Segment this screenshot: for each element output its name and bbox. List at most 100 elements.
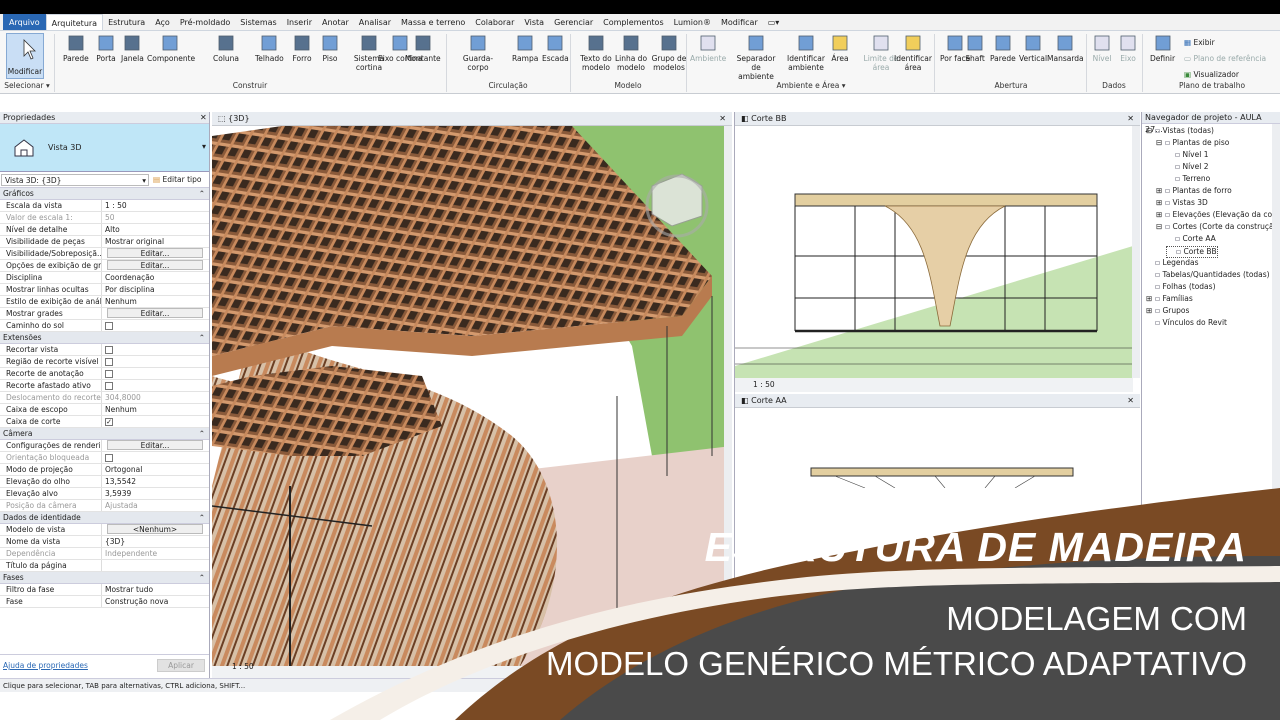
plano-referencia-button[interactable]: ▭ Plano de referência [1184, 51, 1266, 67]
modify-button[interactable]: Modificar [6, 33, 44, 79]
ribbon-tab-14[interactable]: Lumion® [669, 14, 716, 30]
view-3d-tab[interactable]: ⬚ {3D} ✕ [212, 112, 732, 126]
browser-item[interactable]: ⊟ ▫ Vistas (todas) [1146, 126, 1214, 136]
browser-item[interactable]: ▫ Legendas [1146, 258, 1199, 268]
ribbon-tab-4[interactable]: Pré-moldado [175, 14, 235, 30]
modelo-2-button[interactable]: Grupo de modelos [646, 33, 692, 72]
ribbon-tab-2[interactable]: Estrutura [103, 14, 150, 30]
ambiente-group-label[interactable]: Ambiente e Área ▾ [688, 81, 934, 90]
close-icon[interactable]: ✕ [1127, 112, 1134, 126]
property-value[interactable]: Coordenação [102, 272, 209, 283]
ambiente-5-button[interactable]: Identificar área [890, 33, 936, 72]
select-group-label[interactable]: Selecionar ▾ [2, 81, 52, 90]
tree-toggle-icon[interactable]: ⊞ [1156, 186, 1165, 196]
dados-1-button[interactable]: Eixo [1118, 33, 1138, 63]
ribbon-tab-5[interactable]: Sistemas [235, 14, 281, 30]
ribbon-tab-1[interactable]: Arquitetura [45, 14, 104, 30]
abertura-3-button[interactable]: Vertical [1019, 33, 1047, 63]
browser-item[interactable]: ▫ Tabelas/Quantidades (todas) [1146, 270, 1270, 280]
circulacao-1-button[interactable]: Rampa [512, 33, 538, 63]
corte-bb-tab[interactable]: ◧ Corte BB ✕ [735, 112, 1140, 126]
browser-item[interactable]: ▫ Corte AA [1166, 234, 1216, 244]
circulacao-2-button[interactable]: Escada [542, 33, 569, 63]
edit-type-button[interactable]: ▤ Editar tipo [153, 175, 201, 184]
property-checkbox[interactable] [105, 454, 113, 462]
ribbon-tab-0[interactable]: Arquivo [3, 14, 46, 30]
dados-0-button[interactable]: Nível [1092, 33, 1112, 63]
property-edit-button[interactable]: Editar... [107, 248, 203, 258]
browser-item[interactable]: ▫ Folhas (todas) [1146, 282, 1216, 292]
type-selector[interactable]: Vista 3D ▾ [0, 124, 209, 172]
browser-item[interactable]: ⊞ ▫ Plantas de forro [1156, 186, 1232, 196]
view-selector[interactable]: Vista 3D: {3D} ▾ [1, 173, 149, 186]
property-edit-button[interactable]: Editar... [107, 308, 203, 318]
tree-toggle-icon[interactable]: ⊟ [1156, 138, 1165, 148]
construir-7-button[interactable]: Piso [320, 33, 340, 63]
browser-item[interactable]: ▫ Corte BB [1166, 246, 1218, 258]
ribbon-tab-15[interactable]: Modificar [716, 14, 763, 30]
ambiente-1-button[interactable]: Separador de ambiente [733, 33, 779, 81]
abertura-2-button[interactable]: Parede [990, 33, 1016, 63]
construir-3-button[interactable]: Componente [147, 33, 195, 63]
ribbon-tab-7[interactable]: Anotar [317, 14, 354, 30]
browser-item[interactable]: ⊞ ▫ Vistas 3D [1156, 198, 1208, 208]
corte-bb-scale[interactable]: 1 : 50 [753, 380, 775, 389]
view-dropdown-icon[interactable]: ▭▾ [763, 14, 785, 30]
close-icon[interactable]: ✕ [200, 112, 207, 124]
browser-item[interactable]: ⊞ ▫ Elevações (Elevação da constru [1156, 210, 1280, 220]
browser-item[interactable]: ⊞ ▫ Famílias [1146, 294, 1193, 304]
property-edit-button[interactable]: Editar... [107, 440, 203, 450]
browser-item[interactable]: ▫ Terreno [1166, 174, 1210, 184]
browser-item[interactable]: ⊞ ▫ Grupos [1146, 306, 1189, 316]
property-checkbox[interactable] [105, 322, 113, 330]
property-value[interactable]: 1 : 50 [102, 200, 209, 211]
ribbon-tab-11[interactable]: Vista [519, 14, 549, 30]
view-corte-bb[interactable]: ◧ Corte BB ✕ 1 : 50 [734, 112, 1140, 394]
visualizador-button[interactable]: ▣ Visualizador [1184, 67, 1266, 83]
property-checkbox[interactable] [105, 358, 113, 366]
section-graficos[interactable]: Gráficos ⌃ [0, 188, 209, 200]
construir-0-button[interactable]: Parede [63, 33, 89, 63]
ribbon-tab-12[interactable]: Gerenciar [549, 14, 598, 30]
corte-aa-tab[interactable]: ◧ Corte AA ✕ [735, 394, 1140, 408]
circulacao-0-button[interactable]: Guarda-corpo [455, 33, 501, 72]
ribbon-tab-3[interactable]: Aço [150, 14, 175, 30]
definir-button[interactable]: Definir [1150, 33, 1175, 63]
property-checkbox[interactable] [105, 370, 113, 378]
property-value[interactable]: Nenhum [102, 296, 209, 307]
close-icon[interactable]: ✕ [1127, 394, 1134, 408]
tree-toggle-icon[interactable]: ⊞ [1146, 306, 1155, 316]
construir-4-button[interactable]: Coluna [213, 33, 239, 63]
browser-item[interactable]: ⊟ ▫ Cortes (Corte da construção) [1156, 222, 1280, 232]
abertura-1-button[interactable]: Shaft [965, 33, 985, 63]
abertura-4-button[interactable]: Mansarda [1047, 33, 1084, 63]
tree-toggle-icon[interactable]: ⊞ [1156, 198, 1165, 208]
ribbon-tab-10[interactable]: Colaborar [470, 14, 519, 30]
section-camera[interactable]: Câmera ⌃ [0, 428, 209, 440]
property-edit-button[interactable]: Editar... [107, 260, 203, 270]
browser-item[interactable]: ▫ Vínculos do Revit [1146, 318, 1227, 328]
ambiente-2-button[interactable]: Identificar ambiente [783, 33, 829, 72]
ribbon-tab-8[interactable]: Analisar [354, 14, 396, 30]
property-checkbox[interactable] [105, 346, 113, 354]
ribbon-tab-9[interactable]: Massa e terreno [396, 14, 470, 30]
corte-bb-scrollbar[interactable] [1132, 126, 1140, 378]
browser-item[interactable]: ⊟ ▫ Plantas de piso [1156, 138, 1229, 148]
ambiente-0-button[interactable]: Ambiente [690, 33, 726, 63]
close-icon[interactable]: ✕ [719, 112, 726, 126]
construir-2-button[interactable]: Janela [121, 33, 144, 63]
browser-item[interactable]: ▫ Nível 2 [1166, 162, 1208, 172]
ribbon-tab-13[interactable]: Complementos [598, 14, 668, 30]
ribbon-tab-6[interactable]: Inserir [282, 14, 317, 30]
tree-toggle-icon[interactable]: ⊞ [1146, 294, 1155, 304]
property-value[interactable]: Alto [102, 224, 209, 235]
tree-toggle-icon[interactable]: ⊞ [1156, 210, 1165, 220]
construir-5-button[interactable]: Telhado [255, 33, 284, 63]
ambiente-3-button[interactable]: Área [830, 33, 850, 63]
property-checkbox[interactable] [105, 382, 113, 390]
tree-toggle-icon[interactable]: ⊟ [1146, 126, 1155, 136]
property-value[interactable]: 50 [102, 212, 209, 223]
property-value[interactable]: 304,8000 [102, 392, 209, 403]
property-value[interactable]: Nenhum [102, 404, 209, 415]
property-value[interactable]: Mostrar original [102, 236, 209, 247]
